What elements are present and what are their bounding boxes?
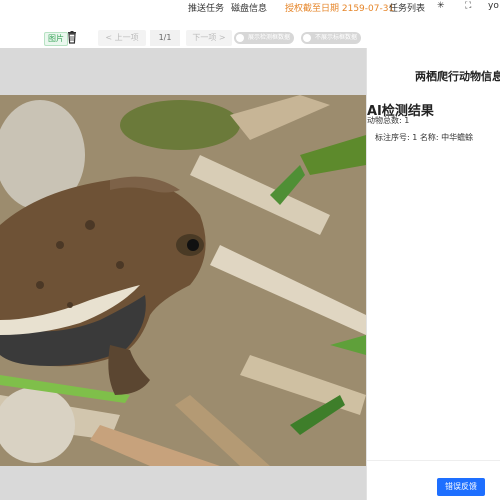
panel-divider [367,460,500,461]
detection-label: 标注序号: 1 名称: 中华蟾蜍 [375,133,474,142]
info-panel: 两栖爬行动物信息 AI检测结果 动物总数: 1 标注序号: 1 名称: 中华蟾蜍… [366,48,500,500]
toggle-annotation-boxes[interactable]: 不展示标框数据 [301,32,362,44]
image-type-tag: 图片 [44,32,68,46]
feedback-button[interactable]: 错误反馈 [437,478,485,496]
animal-photo [0,95,366,466]
toggle-detection-label: 展示检测框数据 [248,34,291,41]
panel-title: 两栖爬行动物信息 [415,70,500,83]
prev-item-button[interactable]: < 上一项 [98,30,146,46]
fullscreen-icon[interactable]: ⛶ [465,1,471,11]
top-nav: 推送任务 磁盘信息 授权截至日期 2159-07-31 任务列表 ✳ ⛶ yo [0,0,500,16]
toggle-annotation-label: 不展示标框数据 [315,34,358,41]
animal-count: 动物总数: 1 [367,116,410,125]
nav-disk-info[interactable]: 磁盘信息 [231,1,267,14]
user-name[interactable]: yo [488,1,499,11]
trash-icon[interactable] [67,31,77,44]
image-viewer[interactable] [0,48,366,500]
gear-icon[interactable]: ✳ [437,1,445,11]
page-indicator: 1/1 [150,30,180,46]
next-item-button[interactable]: 下一项 > [186,30,232,46]
image-toolbar: 图片 < 上一项 1/1 下一项 > 展示检测框数据 不展示标框数据 [0,29,366,48]
nav-task-list[interactable]: 任务列表 [389,1,425,14]
toggle-detection-boxes[interactable]: 展示检测框数据 [234,32,295,44]
nav-push-tasks[interactable]: 推送任务 [188,1,224,14]
license-expiry: 授权截至日期 2159-07-31 [285,4,395,14]
